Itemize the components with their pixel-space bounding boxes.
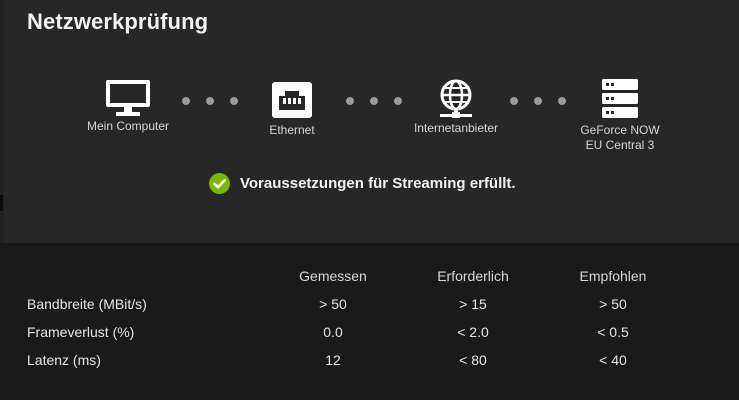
table-header-required: Erforderlich bbox=[437, 268, 509, 284]
path-node-label: GeForce NOW EU Central 3 bbox=[580, 123, 660, 152]
path-dot bbox=[510, 97, 518, 105]
path-dot bbox=[206, 97, 214, 105]
measured-value: 0.0 bbox=[323, 324, 343, 340]
ethernet-port-icon bbox=[272, 82, 312, 118]
table-row-bandwidth: Bandbreite (MBit/s) > 50 > 15 > 50 bbox=[27, 290, 688, 318]
server-stack-icon bbox=[602, 79, 638, 118]
table-header bbox=[27, 262, 258, 290]
monitor-icon bbox=[106, 80, 150, 116]
required-value: > 15 bbox=[459, 296, 487, 312]
path-node-isp: Internetanbieter bbox=[386, 79, 526, 136]
status-text: Voraussetzungen für Streaming erfüllt. bbox=[240, 175, 516, 192]
path-dot bbox=[182, 97, 190, 105]
globe-network-icon bbox=[440, 79, 472, 118]
row-label: Frameverlust (%) bbox=[27, 324, 135, 340]
recommended-value: > 50 bbox=[599, 296, 627, 312]
streaming-status: Voraussetzungen für Streaming erfüllt. bbox=[209, 173, 516, 194]
row-label: Bandbreite (MBit/s) bbox=[27, 296, 147, 312]
path-dot bbox=[346, 97, 354, 105]
check-circle-icon bbox=[209, 173, 230, 194]
network-metrics-table: Gemessen Erforderlich Empfohlen Bandbrei… bbox=[27, 262, 688, 374]
table-header-measured: Gemessen bbox=[299, 268, 367, 284]
required-value: < 80 bbox=[459, 352, 487, 368]
required-value: < 2.0 bbox=[457, 324, 489, 340]
path-node-label: Ethernet bbox=[269, 123, 315, 137]
measured-value: > 50 bbox=[319, 296, 347, 312]
table-header-row: Gemessen Erforderlich Empfohlen bbox=[27, 262, 688, 290]
table-row-latency: Latenz (ms) 12 < 80 < 40 bbox=[27, 346, 688, 374]
path-node-computer: Mein Computer bbox=[58, 79, 198, 134]
path-node-label: Internetanbieter bbox=[413, 121, 499, 135]
table-header-recommended: Empfohlen bbox=[579, 268, 647, 284]
page-title: Netzwerkprüfung bbox=[27, 9, 209, 34]
recommended-value: < 40 bbox=[599, 352, 627, 368]
path-node-ethernet: Ethernet bbox=[222, 81, 362, 138]
path-dot bbox=[370, 97, 378, 105]
table-row-frame-loss: Frameverlust (%) 0.0 < 2.0 < 0.5 bbox=[27, 318, 688, 346]
path-node-label: Mein Computer bbox=[86, 119, 170, 133]
path-dot bbox=[534, 97, 542, 105]
recommended-value: < 0.5 bbox=[597, 324, 629, 340]
path-node-server: GeForce NOW EU Central 3 bbox=[550, 78, 690, 153]
measured-value: 12 bbox=[325, 352, 341, 368]
left-edge-notch bbox=[0, 195, 3, 211]
row-label: Latenz (ms) bbox=[27, 352, 101, 368]
